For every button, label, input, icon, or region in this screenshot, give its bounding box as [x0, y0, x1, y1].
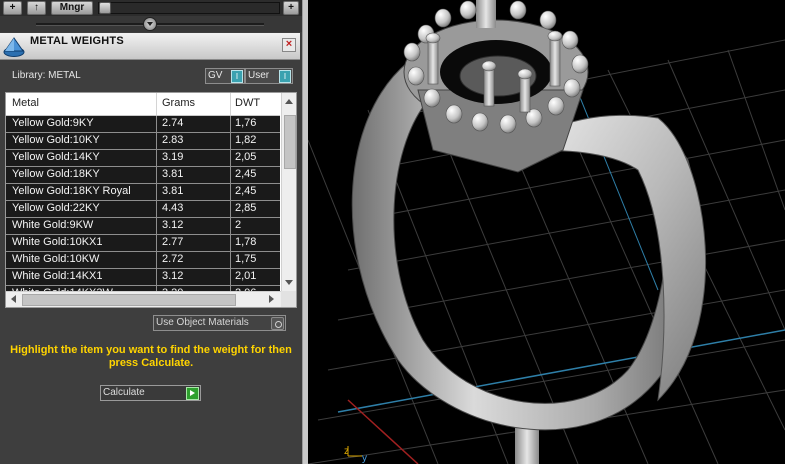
dwt-cell: 2,45: [235, 168, 257, 180]
add-button[interactable]: +: [3, 1, 22, 15]
column-header-dwt[interactable]: DWT: [235, 97, 260, 109]
metal-cell: Yellow Gold:18KY: [12, 168, 100, 180]
metal-table: Metal Grams DWT Yellow Gold:9KY 2.74 1,76 Y…: [5, 92, 297, 308]
table-vertical-scrollbar[interactable]: [281, 93, 296, 291]
sidebar-toolbar: + ↑ Mngr +: [0, 0, 302, 16]
metal-cell: White Gold:10KW: [12, 253, 100, 265]
center-post: [476, 0, 496, 28]
metal-cell: White Gold:9KW: [12, 219, 94, 231]
grams-cell: 3.12: [162, 270, 184, 282]
metal-cell: Yellow Gold:22KY: [12, 202, 100, 214]
scroll-left-icon[interactable]: [11, 295, 16, 303]
vertical-scroll-thumb[interactable]: [284, 115, 296, 169]
panel-slider-track[interactable]: [98, 2, 280, 14]
user-label: User: [248, 70, 270, 81]
dwt-cell: 1,75: [235, 253, 257, 265]
scroll-up-icon[interactable]: [285, 99, 293, 104]
scroll-right-icon[interactable]: [269, 295, 274, 303]
user-indicator-icon: I: [279, 70, 291, 83]
gv-toggle[interactable]: GV I: [205, 68, 245, 84]
axis-gizmo: z y: [344, 446, 367, 464]
table-body: Yellow Gold:9KY 2.74 1,76 Yellow Gold:10KY 2…: [6, 116, 280, 291]
dwt-cell: 1,78: [235, 236, 257, 248]
metal-cell: Yellow Gold:10KY: [12, 134, 100, 146]
play-arrow-icon[interactable]: [186, 387, 199, 400]
grams-cell: 3.19: [162, 151, 184, 163]
ring-head: [403, 0, 589, 173]
metal-cell: White Gold:10KX1: [12, 236, 103, 248]
radio-icon[interactable]: [271, 317, 284, 330]
table-row[interactable]: Yellow Gold:9KY 2.74 1,76: [6, 116, 280, 133]
panel-slider-handle[interactable]: [99, 2, 111, 14]
user-toggle[interactable]: User I: [245, 68, 293, 84]
move-up-button[interactable]: ↑: [27, 1, 46, 15]
dwt-cell: 2,45: [235, 185, 257, 197]
column-header-metal[interactable]: Metal: [12, 97, 39, 109]
panel-title: METAL WEIGHTS: [30, 35, 124, 47]
scroll-down-icon[interactable]: [285, 280, 293, 285]
close-icon[interactable]: ×: [282, 38, 296, 52]
table-row[interactable]: White Gold:9KW 3.12 2: [6, 218, 280, 235]
table-row[interactable]: White Gold:10KW 2.72 1,75: [6, 252, 280, 269]
table-row[interactable]: Yellow Gold:18KY 3.81 2,45: [6, 167, 280, 184]
table-header: Metal Grams DWT: [6, 93, 280, 116]
grams-cell: 2.74: [162, 117, 184, 129]
metal-weights-icon: [3, 37, 25, 57]
3d-viewport[interactable]: z y: [308, 0, 785, 464]
grams-cell: 3.81: [162, 185, 184, 197]
dwt-cell: 1,82: [235, 134, 257, 146]
axis-line-red: [347, 399, 419, 464]
gv-label: GV: [208, 70, 223, 81]
metal-weights-sidebar: + ↑ Mngr + METAL WEIGHTS × Library: META…: [0, 0, 302, 464]
grams-cell: 2.72: [162, 253, 184, 265]
dwt-cell: 2: [235, 219, 242, 231]
grams-cell: 2.83: [162, 134, 184, 146]
table-row[interactable]: Yellow Gold:18KY Royal 3.81 2,45: [6, 184, 280, 201]
table-row[interactable]: Yellow Gold:22KY 4.43 2,85: [6, 201, 280, 218]
table-row[interactable]: White Gold:14KX1 3.12 2,01: [6, 269, 280, 286]
splitter-collapse-icon[interactable]: [143, 17, 157, 31]
metal-cell: Yellow Gold:18KY Royal: [12, 185, 131, 197]
scrollbar-corner: [281, 291, 296, 307]
column-header-grams[interactable]: Grams: [162, 97, 195, 109]
use-object-materials-label: Use Object Materials: [156, 317, 249, 328]
metal-cell: White Gold:14KX1: [12, 270, 103, 282]
calculate-button[interactable]: Calculate: [100, 385, 201, 401]
manager-button[interactable]: Mngr: [51, 1, 93, 15]
metal-cell: Yellow Gold:14KY: [12, 151, 100, 163]
table-row[interactable]: Yellow Gold:10KY 2.83 1,82: [6, 133, 280, 150]
dwt-cell: 2,05: [235, 151, 257, 163]
gv-indicator-icon: I: [231, 70, 243, 83]
instructions-text: Highlight the item you want to find the …: [10, 344, 292, 369]
metal-cell: Yellow Gold:9KY: [12, 117, 94, 129]
horizontal-scroll-thumb[interactable]: [22, 294, 236, 306]
grams-cell: 2.77: [162, 236, 184, 248]
grams-cell: 3.12: [162, 219, 184, 231]
dwt-cell: 2,85: [235, 202, 257, 214]
library-label: Library: METAL: [12, 70, 81, 81]
use-object-materials-option[interactable]: Use Object Materials: [153, 315, 286, 331]
ring-render[interactable]: z y: [308, 0, 785, 464]
calculate-label: Calculate: [103, 387, 145, 398]
table-row[interactable]: Yellow Gold:14KY 3.19 2,05: [6, 150, 280, 167]
dwt-cell: 2,01: [235, 270, 257, 282]
grams-cell: 3.81: [162, 168, 184, 180]
grams-cell: 4.43: [162, 202, 184, 214]
axis-y-label: y: [362, 453, 367, 464]
dwt-cell: 1,76: [235, 117, 257, 129]
add-right-button[interactable]: +: [283, 1, 299, 15]
table-row[interactable]: White Gold:10KX1 2.77 1,78: [6, 235, 280, 252]
table-horizontal-scrollbar[interactable]: [6, 291, 281, 307]
axis-z-label: z: [344, 446, 349, 457]
